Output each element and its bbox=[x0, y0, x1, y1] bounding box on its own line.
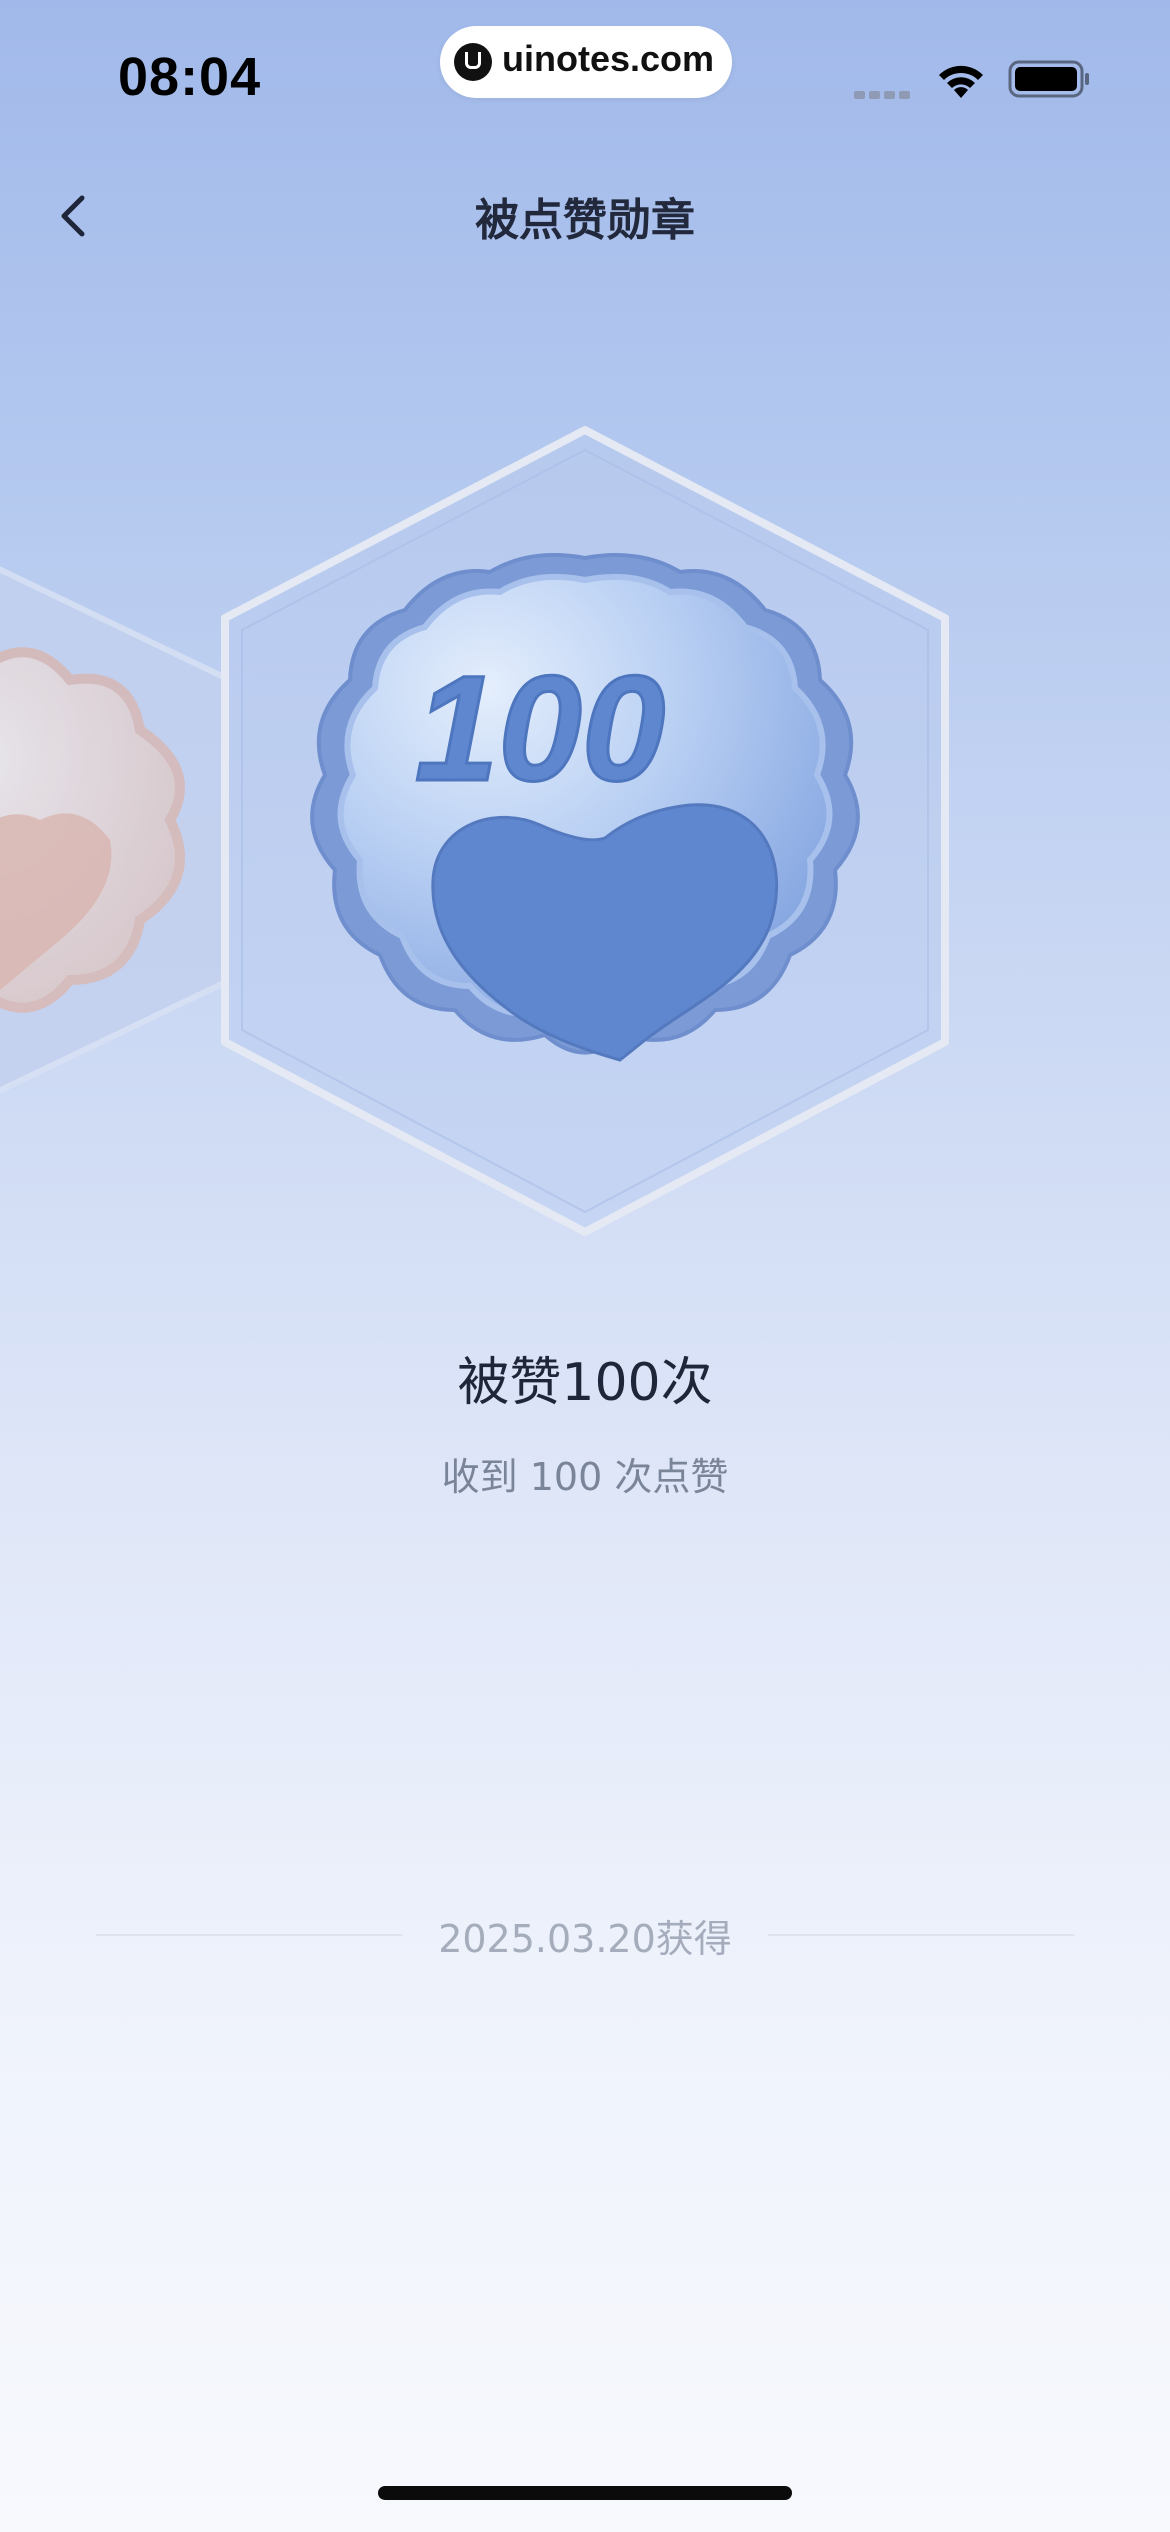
nav-bar: 被点赞勋章 bbox=[0, 170, 1170, 260]
cellular-signal-icon bbox=[854, 84, 916, 99]
divider-right bbox=[768, 1934, 1074, 1936]
status-bar: 08:04 uinotes.com bbox=[0, 0, 1170, 140]
badge-carousel-graphic: 100 bbox=[0, 426, 949, 1236]
badge-medal: 100 bbox=[310, 553, 860, 1062]
battery-full-icon bbox=[1008, 60, 1089, 98]
badge-carousel[interactable]: 100 bbox=[0, 420, 1170, 1250]
url-pill[interactable]: uinotes.com bbox=[440, 26, 732, 98]
badge-number: 100 bbox=[415, 644, 665, 812]
home-indicator[interactable] bbox=[378, 2486, 792, 2500]
page-title: 被点赞勋章 bbox=[475, 195, 695, 246]
badge-name: 被赞100次 bbox=[457, 1353, 713, 1413]
url-text: uinotes.com bbox=[502, 38, 715, 79]
status-time: 08:04 bbox=[118, 47, 262, 107]
wifi-icon bbox=[939, 65, 983, 98]
uinotes-logo-icon bbox=[454, 43, 492, 81]
badge-description: 收到 100 次点赞 bbox=[441, 1455, 729, 1499]
earned-date-row: 2025.03.20获得 bbox=[96, 1904, 1074, 1964]
neighbor-badge-left[interactable] bbox=[0, 560, 233, 1100]
